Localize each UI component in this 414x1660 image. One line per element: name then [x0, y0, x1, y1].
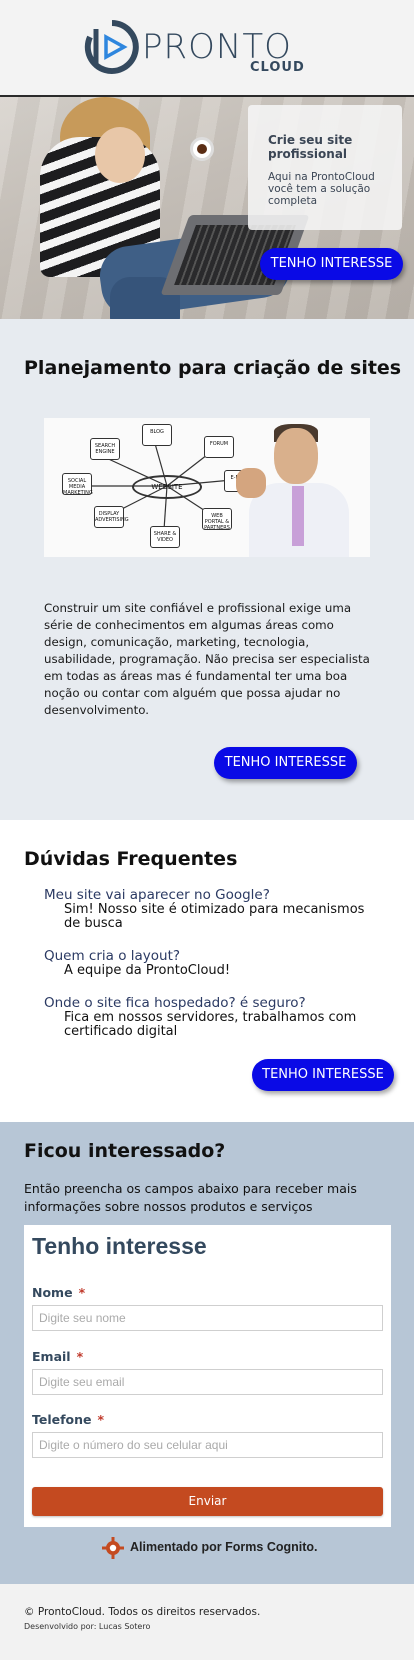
faq-item: Onde o site fica hospedado? é seguro? Fi…: [44, 996, 384, 1039]
faq-section: Dúvidas Frequentes Meu site vai aparecer…: [0, 820, 414, 1122]
faq-item: Meu site vai aparecer no Google? Sim! No…: [44, 888, 384, 931]
interest-title: Ficou interessado?: [24, 1140, 226, 1162]
planning-body: Construir um site confiável e profission…: [44, 601, 370, 717]
faq-answer: Sim! Nosso site é otimizado para mecanis…: [64, 902, 365, 931]
faq-question: Meu site vai aparecer no Google?: [44, 887, 270, 903]
email-label: Email *: [32, 1349, 84, 1364]
logo-subtitle: CLOUD: [250, 60, 305, 75]
form-title: Tenho interesse: [32, 1233, 207, 1259]
prontocloud-logo[interactable]: PRONTO CLOUD: [84, 19, 314, 79]
diagram-hub: WEBSITE: [132, 475, 202, 499]
name-field[interactable]: Digite seu nome: [32, 1305, 383, 1331]
copyright-text: © ProntoCloud. Todos os direitos reserva…: [24, 1606, 261, 1618]
submit-button[interactable]: Enviar: [32, 1487, 383, 1516]
hero-coffee-cup: [190, 137, 214, 161]
hero-card-title: Crie seu site profissional: [268, 133, 353, 161]
interest-section: Ficou interessado? Então preencha os cam…: [0, 1122, 414, 1584]
faq-item: Quem cria o layout? A equipe da ProntoCl…: [44, 949, 384, 978]
phone-field[interactable]: Digite o número do seu celular aqui: [32, 1432, 383, 1458]
hero-person-head: [95, 127, 145, 183]
name-label: Nome *: [32, 1285, 86, 1300]
site-footer: © ProntoCloud. Todos os direitos reserva…: [0, 1584, 414, 1660]
interest-form: Tenho interesse Nome * Digite seu nome Em…: [24, 1225, 391, 1527]
planning-section: Planejamento para criação de sites WEBSI…: [0, 319, 414, 820]
diagram-node: FORUM: [204, 436, 234, 458]
email-field[interactable]: Digite seu email: [32, 1369, 383, 1395]
businessman-image: [236, 424, 354, 557]
faq-answer: Fica em nossos servidores, trabalhamos c…: [64, 1010, 357, 1039]
planning-cta-button[interactable]: TENHO INTERESSE: [214, 747, 357, 779]
faq-title: Dúvidas Frequentes: [24, 848, 238, 870]
planning-title: Planejamento para criação de sites: [24, 357, 402, 379]
faq-cta-button[interactable]: TENHO INTERESSE: [252, 1059, 394, 1091]
powered-by-text: Alimentado por Forms Cognito.: [130, 1540, 318, 1554]
hero-card-text: Aqui na ProntoCloud você tem a solução c…: [268, 171, 375, 207]
diagram-node: SOCIAL MEDIA MARKETING: [62, 473, 93, 496]
developer-credit: Desenvolvido por: Lucas Sotero: [24, 1622, 151, 1631]
interest-intro: Então preencha os campos abaixo para rec…: [24, 1181, 357, 1214]
pronto-play-logo-icon: [84, 20, 139, 74]
diagram-node: WEB PORTAL & PARTNERS: [202, 508, 232, 531]
hero-banner: Crie seu site profissional Aqui na Pront…: [0, 97, 414, 319]
hero-card: Crie seu site profissional Aqui na Pront…: [248, 105, 402, 230]
hero-cta-button[interactable]: TENHO INTERESSE: [260, 248, 403, 280]
diagram-node: SHARE & VIDEO: [150, 526, 180, 548]
faq-answer: A equipe da ProntoCloud!: [64, 963, 231, 978]
site-header: PRONTO CLOUD: [0, 0, 414, 97]
phone-label: Telefone *: [32, 1412, 105, 1427]
cognito-gear-icon: [102, 1536, 124, 1559]
powered-by[interactable]: Alimentado por Forms Cognito.: [102, 1535, 318, 1559]
diagram-node: DISPLAY ADVERTISING: [94, 506, 129, 528]
faq-question: Onde o site fica hospedado? é seguro?: [44, 995, 306, 1011]
diagram-node: SEARCH ENGINE: [90, 438, 120, 460]
diagram-node: BLOG: [142, 424, 172, 446]
website-diagram-image: WEBSITE SEARCH ENGINE BLOG FORUM SOCIAL …: [44, 418, 370, 557]
faq-question: Quem cria o layout?: [44, 948, 181, 964]
